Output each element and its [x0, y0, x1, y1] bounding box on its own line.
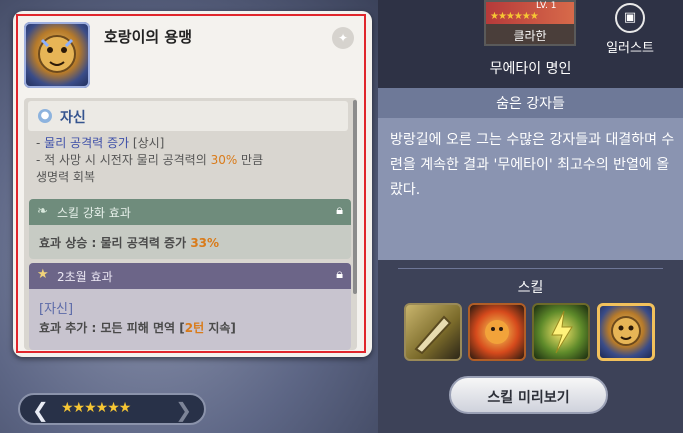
divider	[398, 268, 663, 269]
story-title: 숨은 강자들	[496, 96, 565, 112]
lightning-skill-icon[interactable]	[532, 303, 590, 361]
blade-skill-icon[interactable]	[404, 303, 462, 361]
illustration-label: 일러스트	[606, 41, 654, 56]
story-section: 숨은 강자들 방랑길에 오른 그는 수많은 강자들과 대결하며 수련을 계속한 …	[378, 88, 683, 260]
selection-outline	[16, 14, 366, 353]
prev-arrow-icon[interactable]: ❮	[32, 398, 49, 422]
story-title-bar: 숨은 강자들	[378, 88, 683, 118]
fire-beast-skill-icon[interactable]	[468, 303, 526, 361]
illustration-button[interactable]: ▣ 일러스트	[597, 0, 667, 60]
skill-preview-button[interactable]: 스킬 미리보기	[449, 376, 608, 414]
star-grade-selector: ❮ ★★★★★★ ❯	[18, 393, 206, 425]
character-epithet: 무에타이 명인	[489, 61, 572, 77]
next-arrow-icon[interactable]: ❯	[175, 398, 192, 422]
tiger-valor-skill-icon[interactable]	[597, 303, 655, 361]
portrait-frame-icon: ▣	[615, 3, 645, 33]
story-text: 방랑길에 오른 그는 수많은 강자들과 대결하며 수련을 계속한 결과 '무에타…	[390, 132, 675, 198]
character-stars: ★★★★★★	[490, 11, 539, 22]
character-portrait: LV. 1 ★★★★★★	[486, 1, 574, 24]
star-rating: ★★★★★★	[61, 400, 131, 416]
character-name: 클라한	[513, 29, 547, 43]
skill-preview-label: 스킬 미리보기	[487, 390, 570, 406]
character-level: LV. 1	[536, 1, 557, 11]
character-card[interactable]: LV. 1 ★★★★★★ 클라한	[484, 0, 576, 46]
skills-label: 스킬	[517, 280, 544, 296]
